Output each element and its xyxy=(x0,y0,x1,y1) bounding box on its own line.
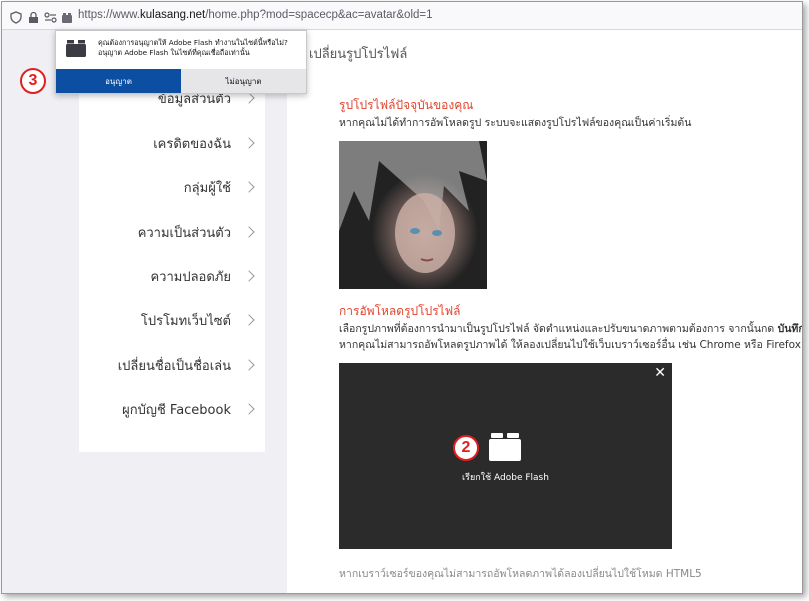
html5-fallback-text: หากเบราว์เซอร์ของคุณไม่สามารถอัพโหลดภาพไ… xyxy=(339,568,702,580)
browser-window: https://www.kulasang.net/home.php?mod=sp… xyxy=(1,1,803,594)
sidebar-item-label: กลุ่มผู้ใช้ xyxy=(183,180,231,196)
avatar xyxy=(339,141,487,289)
flash-placeholder[interactable]: ✕ เรียกใช้ Adobe Flash 2 xyxy=(339,363,672,549)
sidebar-item-label: โปรโมทเว็บไซต์ xyxy=(140,313,231,329)
chevron-right-icon xyxy=(243,314,255,326)
close-icon[interactable]: ✕ xyxy=(654,365,666,381)
sidebar-item-privacy[interactable]: ความเป็นส่วนตัว xyxy=(79,210,257,254)
sidebar-item-label: เปลี่ยนชื่อเป็นชื่อเล่น xyxy=(117,358,231,374)
upload-avatar-title: การอัพโหลดรูปโปรไฟล์ xyxy=(339,304,461,318)
chevron-right-icon xyxy=(243,137,255,149)
chevron-right-icon xyxy=(243,359,255,371)
plugin-icon[interactable] xyxy=(61,9,73,28)
sidebar-item-nickname[interactable]: เปลี่ยนชื่อเป็นชื่อเล่น xyxy=(79,343,257,387)
plugin-icon[interactable] xyxy=(489,433,521,465)
plugin-icon xyxy=(66,40,86,61)
sidebar-item-facebook[interactable]: ผูกบัญชี Facebook xyxy=(79,387,257,431)
current-avatar-desc: หากคุณไม่ได้ทำการอัพโหลดรูป ระบบจะแสดงรู… xyxy=(339,117,692,129)
upload-avatar-desc: เลือกรูปภาพที่ต้องการนำมาเป็นรูปโปรไฟล์ … xyxy=(339,323,803,335)
current-avatar-title: รูปโปรไฟล์ปัจจุบันของคุณ xyxy=(339,98,474,112)
chevron-right-icon xyxy=(243,270,255,282)
shield-icon[interactable] xyxy=(10,9,22,28)
sidebar-item-user-group[interactable]: กลุ่มผู้ใช้ xyxy=(79,165,257,209)
flash-caption[interactable]: เรียกใช้ Adobe Flash xyxy=(339,470,672,484)
sidebar-item-label: ความเป็นส่วนตัว xyxy=(137,225,231,241)
sidebar-item-label: เครดิตของฉัน xyxy=(153,136,231,152)
chevron-right-icon xyxy=(243,181,255,193)
main-panel: เปลี่ยนรูปโปรไฟล์ รูปโปรไฟล์ปัจจุบันของค… xyxy=(287,30,802,593)
url-text[interactable]: https://www.kulasang.net/home.php?mod=sp… xyxy=(78,9,433,21)
sidebar-item-promote[interactable]: โปรโมทเว็บไซต์ xyxy=(79,298,257,342)
lock-icon[interactable] xyxy=(28,9,39,28)
deny-button[interactable]: ไม่อนุญาต xyxy=(181,69,306,93)
sidebar-item-label: ความปลอดภัย xyxy=(150,269,231,285)
page-content: ข้อมูลส่วนตัว เครดิตของฉัน กลุ่มผู้ใช้ ค… xyxy=(2,30,802,593)
chevron-right-icon xyxy=(243,403,255,415)
permissions-icon[interactable] xyxy=(44,9,57,28)
upload-avatar-desc-2: หากคุณไม่สามารถอัพโหลดรูปภาพได้ ให้ลองเป… xyxy=(339,339,801,351)
annotation-step-3: 3 xyxy=(20,68,46,94)
url-bar[interactable]: https://www.kulasang.net/home.php?mod=sp… xyxy=(2,2,802,30)
annotation-step-2: 2 xyxy=(453,435,479,461)
chevron-right-icon xyxy=(243,92,255,104)
flash-permission-popup: คุณต้องการอนุญาตให้ Adobe Flash ทำงานในไ… xyxy=(55,30,307,94)
allow-button[interactable]: อนุญาต xyxy=(56,69,181,93)
chevron-right-icon xyxy=(243,226,255,238)
sidebar-item-label: ผูกบัญชี Facebook xyxy=(122,402,231,418)
popup-message: คุณต้องการอนุญาตให้ Adobe Flash ทำงานในไ… xyxy=(98,38,288,57)
page-title: เปลี่ยนรูปโปรไฟล์ xyxy=(309,47,408,62)
sidebar-item-security[interactable]: ความปลอดภัย xyxy=(79,254,257,298)
sidebar-item-credits[interactable]: เครดิตของฉัน xyxy=(79,121,257,165)
